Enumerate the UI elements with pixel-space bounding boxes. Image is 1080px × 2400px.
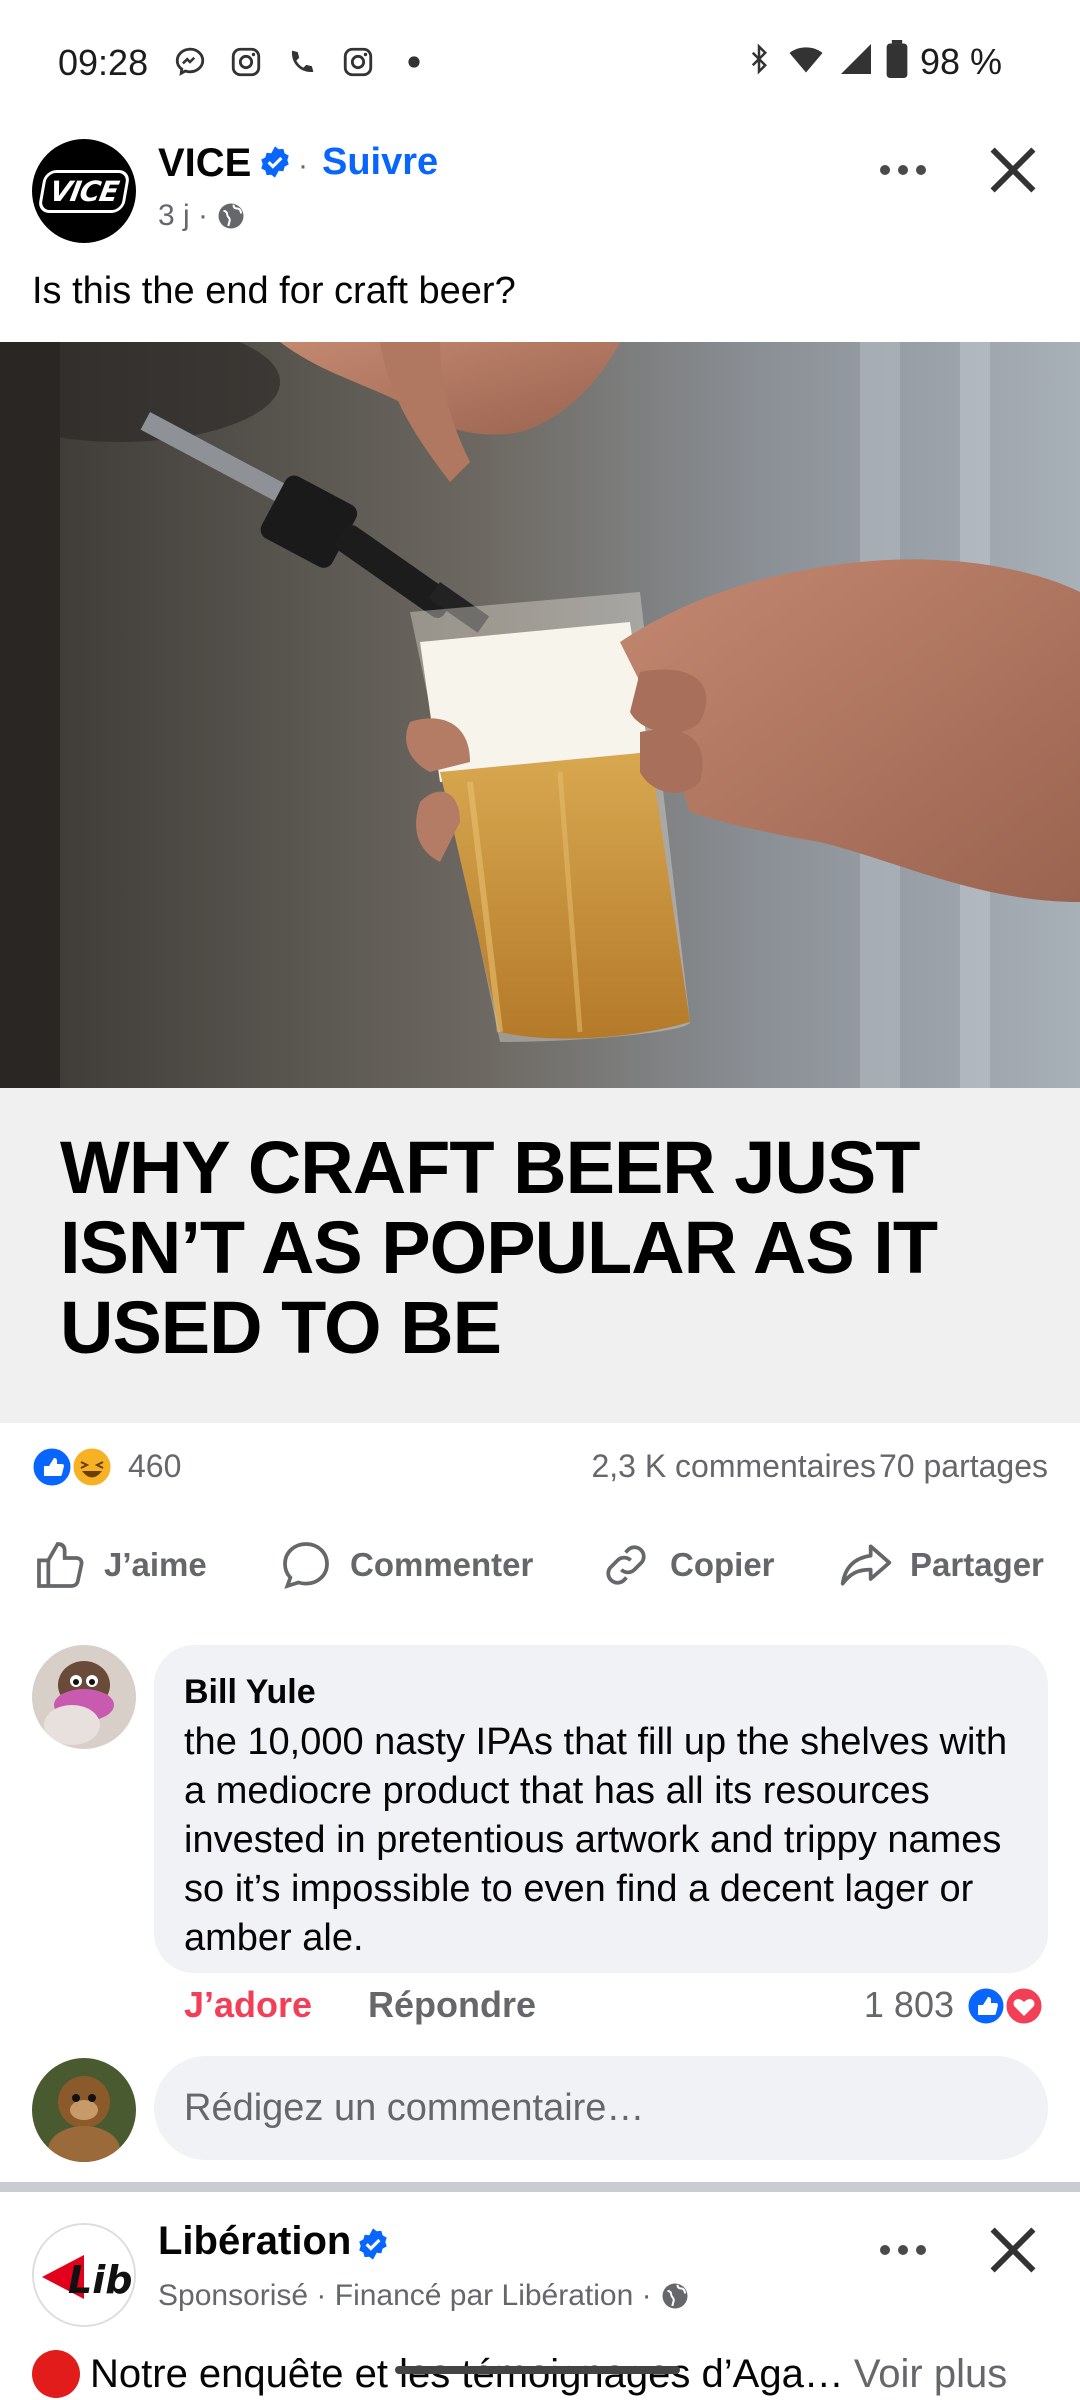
commenter-avatar[interactable] bbox=[32, 1645, 136, 1749]
comment-label: Commenter bbox=[350, 1546, 534, 1583]
more-dot-icon bbox=[898, 2245, 908, 2255]
comment-author[interactable]: Bill Yule bbox=[184, 1673, 1018, 1712]
post-actions: J’aime Commenter Copier Partager bbox=[0, 1530, 1080, 1600]
share-label: Partager bbox=[910, 1546, 1044, 1583]
sponsored-meta: Sponsorisé · Financé par Libération · bbox=[158, 2279, 690, 2313]
post-meta: 3 j · bbox=[158, 199, 246, 233]
more-options-button[interactable] bbox=[868, 145, 938, 195]
liberation-logo-text: Libé bbox=[68, 2258, 136, 2302]
dot-icon bbox=[396, 44, 432, 80]
liberation-avatar[interactable]: Libé bbox=[32, 2223, 136, 2327]
battery-percent: 98 % bbox=[919, 40, 1002, 82]
more-dot-icon bbox=[916, 165, 926, 175]
post-header: VICE VICE · Suivre 3 j · bbox=[0, 135, 1080, 255]
share-button[interactable]: Partager bbox=[838, 1530, 1044, 1600]
verified-badge-icon bbox=[261, 146, 289, 178]
more-dot-icon bbox=[880, 165, 890, 175]
follow-separator: · bbox=[298, 149, 308, 182]
red-circle-icon bbox=[32, 2350, 80, 2398]
comment-text: the 10,000 nasty IPAs that fill up the s… bbox=[184, 1721, 1008, 1959]
more-dot-icon bbox=[880, 2245, 890, 2255]
home-indicator[interactable] bbox=[395, 2366, 680, 2374]
comment-button[interactable]: Commenter bbox=[278, 1530, 533, 1600]
globe-icon bbox=[662, 2283, 688, 2309]
feed-separator bbox=[0, 2182, 1080, 2192]
comment-reply-button[interactable]: Répondre bbox=[368, 1984, 536, 2026]
page-avatar[interactable]: VICE bbox=[32, 139, 136, 243]
comment-icon bbox=[283, 1542, 329, 1589]
comment-reaction-count[interactable]: 1 803 bbox=[864, 1984, 954, 2026]
post-caption: Is this the end for craft beer? bbox=[32, 270, 516, 312]
comment-input[interactable]: Rédigez un commentaire… bbox=[154, 2056, 1048, 2160]
more-dot-icon bbox=[916, 2245, 926, 2255]
haha-reaction-icon bbox=[70, 1445, 114, 1489]
status-time: 09:28 bbox=[58, 42, 149, 83]
more-dot-icon bbox=[898, 165, 908, 175]
beer-photo bbox=[0, 342, 1080, 1088]
user-avatar[interactable] bbox=[32, 2058, 136, 2162]
reaction-icons[interactable] bbox=[30, 1444, 120, 1490]
wifi-icon bbox=[786, 41, 826, 82]
comments-count[interactable]: 2,3 K commentaires bbox=[591, 1448, 876, 1485]
verified-badge-icon bbox=[359, 2228, 387, 2260]
comment-reaction-icons[interactable] bbox=[964, 1984, 1048, 2028]
link-icon bbox=[606, 1545, 646, 1585]
comment-love-button[interactable]: J’adore bbox=[184, 1984, 312, 2026]
close-icon[interactable] bbox=[978, 135, 1048, 205]
share-icon bbox=[840, 1544, 892, 1586]
globe-icon bbox=[218, 203, 244, 229]
like-label: J’aime bbox=[104, 1546, 207, 1583]
vice-logo: VICE bbox=[37, 169, 131, 213]
messenger-icon bbox=[172, 44, 208, 80]
like-reaction-icon bbox=[30, 1445, 74, 1489]
love-reaction-icon bbox=[1003, 1985, 1045, 2027]
post-image[interactable] bbox=[0, 342, 1080, 1088]
instagram-icon bbox=[340, 44, 376, 80]
reaction-count[interactable]: 460 bbox=[128, 1448, 181, 1485]
reactions-summary: 460 2,3 K commentaires 70 partages bbox=[0, 1440, 1080, 1500]
comment-actions: J’adore Répondre 1 803 bbox=[0, 1984, 1080, 2034]
sponsored-text: Notre enquête et les témoignages d’Aga… bbox=[90, 2351, 844, 2396]
sponsored-label: Sponsorisé · Financé par Libération · bbox=[158, 2279, 652, 2312]
like-button[interactable]: J’aime bbox=[32, 1530, 207, 1600]
follow-button[interactable]: Suivre bbox=[322, 141, 438, 184]
copy-label: Copier bbox=[670, 1546, 775, 1583]
like-icon bbox=[37, 1542, 84, 1588]
shares-count[interactable]: 70 partages bbox=[879, 1448, 1048, 1485]
page-name[interactable]: VICE bbox=[158, 141, 251, 186]
see-more-link[interactable]: Voir plus bbox=[854, 2352, 1007, 2397]
comment-input-placeholder: Rédigez un commentaire… bbox=[184, 2086, 645, 2129]
phone-icon bbox=[284, 44, 320, 80]
comment-bubble[interactable]: Bill Yule the 10,000 nasty IPAs that fil… bbox=[154, 1645, 1048, 1973]
bluetooth-icon bbox=[744, 40, 774, 83]
more-options-button[interactable] bbox=[868, 2225, 938, 2275]
sponsored-post-header: Libé Libération Sponsorisé · Financé par… bbox=[0, 2215, 1080, 2335]
like-reaction-icon bbox=[965, 1985, 1007, 2027]
system-icons: 98 % bbox=[744, 40, 1002, 83]
post-time: 3 j · bbox=[158, 199, 209, 232]
battery-icon bbox=[886, 40, 908, 83]
instagram-icon bbox=[228, 44, 264, 80]
status-bar: 09:28 98 % bbox=[0, 0, 1080, 130]
copy-button[interactable]: Copier bbox=[598, 1530, 775, 1600]
link-preview-card[interactable]: WHY CRAFT BEER JUST ISN’T AS POPULAR AS … bbox=[0, 1088, 1080, 1423]
notification-icons bbox=[172, 44, 432, 80]
close-icon[interactable] bbox=[978, 2215, 1048, 2285]
link-headline: WHY CRAFT BEER JUST ISN’T AS POPULAR AS … bbox=[60, 1126, 938, 1369]
sponsored-post-text: Notre enquête et les témoignages d’Aga… … bbox=[32, 2350, 1007, 2398]
signal-icon bbox=[838, 41, 874, 82]
sponsored-page-name[interactable]: Libération bbox=[158, 2219, 351, 2264]
